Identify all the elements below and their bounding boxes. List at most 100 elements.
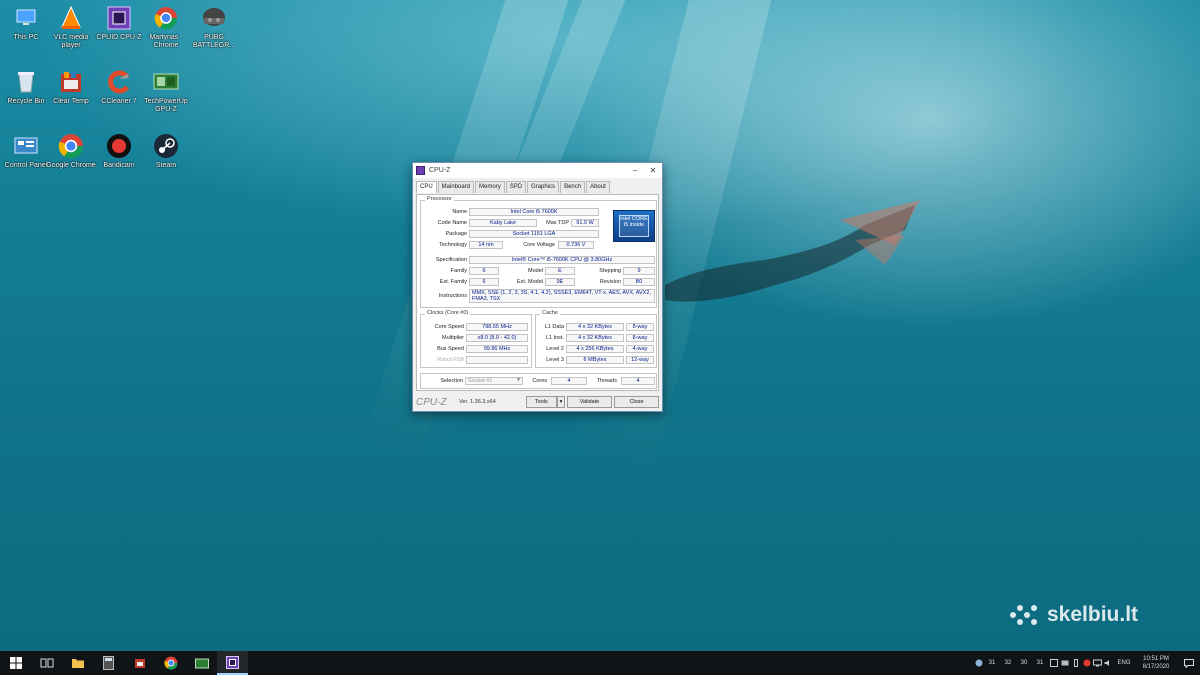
pubg-icon (199, 4, 229, 32)
desktop-icon-vlc[interactable]: VLC media player (45, 4, 97, 50)
desktop-icon-chrome[interactable]: Google Chrome (45, 132, 97, 170)
name-value: Intel Core i5 7600K (469, 208, 599, 216)
clock-date: 8/17/2020 (1142, 664, 1170, 670)
gpuz-small-icon (194, 658, 209, 668)
stepping-value: 9 (623, 267, 655, 275)
desktop-icon-steam[interactable]: Steam (140, 132, 192, 170)
validate-button[interactable]: Validate (566, 396, 612, 408)
revision-value: B0 (623, 278, 655, 286)
recycle-bin-icon (11, 68, 41, 96)
selection-row: Selection Socket #1 ▼ Cores 4 Threads 4 (420, 373, 657, 389)
l1inst-label: L1 Inst. (545, 335, 564, 341)
tab-graphics[interactable]: Graphics (527, 181, 560, 193)
minimize-icon[interactable]: – (626, 166, 644, 175)
selection-label: Selection (440, 378, 463, 384)
close-icon[interactable]: ✕ (644, 166, 662, 175)
bandicam-tray-icon[interactable] (1081, 651, 1092, 675)
chevron-down-icon: ▼ (516, 377, 521, 383)
steam-icon (151, 132, 181, 160)
family-label: Family (450, 268, 467, 274)
taskbar-file-explorer[interactable] (62, 651, 93, 675)
temp-readout-2: 32 (1004, 660, 1012, 666)
steam-tray-icon[interactable] (973, 651, 984, 675)
l1inst-way: 8-way (626, 334, 654, 342)
selection-dropdown[interactable]: Socket #1 (465, 377, 523, 385)
maxtdp-label: Max TDP (546, 220, 569, 226)
threads-label: Threads (596, 378, 617, 384)
watermark-text: skelbiu.lt (1047, 603, 1139, 626)
model-label: Model (528, 268, 543, 274)
cores-label: Cores (532, 378, 547, 384)
taskbar-calculator[interactable] (93, 651, 124, 675)
tab-memory[interactable]: Memory (475, 181, 505, 193)
desktop-icon-ccleaner[interactable]: CCleaner 7 (93, 68, 145, 106)
window-title: CPU-Z (429, 167, 451, 174)
processor-group: Processor Name Intel Core i5 7600K Code … (420, 196, 657, 308)
tray-app-icon[interactable] (1048, 651, 1059, 675)
skelbiu-watermark: skelbiu.lt (1007, 600, 1177, 630)
task-view-button[interactable] (31, 651, 62, 675)
name-label: Name (452, 209, 467, 215)
tray-app-icon[interactable] (1059, 651, 1070, 675)
busspeed-label: Bus Speed (437, 346, 464, 352)
cpuz-app-icon (416, 166, 425, 175)
desktop-icon-pubg[interactable]: PUBG BATTLEGR... (188, 4, 240, 50)
clock-time: 10:51 PM (1143, 656, 1169, 662)
l3-way: 12-way (626, 356, 654, 364)
tab-bench[interactable]: Bench (560, 181, 586, 193)
desktop-icon-chrome-profile[interactable]: Martynas - Chrome (140, 4, 192, 50)
action-center-button[interactable] (1178, 651, 1200, 675)
desktop-icon-cpuz[interactable]: CPUID CPU-Z (93, 4, 145, 42)
temp-readout-1: 31 (988, 660, 996, 666)
corespeed-label: Core Speed (434, 324, 464, 330)
desktop-icon-bandicam[interactable]: Bandicam (93, 132, 145, 170)
technology-label: Technology (439, 242, 467, 248)
l2-label: Level 2 (546, 346, 564, 352)
chrome-profile-icon (151, 4, 181, 32)
package-value: Socket 1151 LGA (469, 230, 599, 238)
cpuz-window[interactable]: CPU-Z – ✕ CPU Mainboard Memory SPD Graph… (412, 162, 663, 412)
intel-logo-badge: intel CORE i5 inside (619, 215, 649, 237)
maxtdp-value: 91.0 W (571, 219, 599, 227)
multiplier-value: x8.0 (8.0 - 42.0) (466, 334, 528, 342)
volume-icon[interactable] (1103, 651, 1114, 675)
tools-dropdown-icon[interactable]: ▾ (557, 396, 565, 408)
cores-value: 4 (551, 377, 587, 385)
taskbar-clock[interactable]: 10:51 PM 8/17/2020 (1134, 655, 1178, 671)
usb-icon[interactable] (1070, 651, 1081, 675)
taskbar-clear-temp[interactable] (124, 651, 155, 675)
specification-label: Specification (435, 257, 467, 263)
stepping-label: Stepping (599, 268, 621, 274)
processor-group-title: Processor (425, 196, 454, 202)
clocks-group-title: Clocks (Core #0) (425, 310, 471, 316)
start-button[interactable] (0, 651, 31, 675)
corevoltage-label: Core Voltage (523, 242, 555, 248)
input-language[interactable]: ENG (1114, 651, 1134, 675)
extfamily-label: Ext. Family (439, 279, 467, 285)
cpuz-titlebar[interactable]: CPU-Z – ✕ (413, 163, 662, 178)
tools-button[interactable]: Tools (525, 396, 558, 408)
multiplier-label: Multiplier (441, 335, 464, 341)
network-icon[interactable] (1092, 651, 1103, 675)
calculator-icon (103, 656, 114, 670)
taskbar-cpuz[interactable] (217, 651, 248, 675)
desktop-icon-clear-temp[interactable]: Clear Temp (45, 68, 97, 106)
version-text: Ver. 1.36.3.x64 (459, 399, 496, 405)
tab-spd[interactable]: SPD (505, 181, 527, 193)
system-tray: 31 32 30 31 ENG 10:51 PM 8/17/2020 (973, 651, 1200, 675)
taskbar-gpuz[interactable] (186, 651, 217, 675)
notification-icon (1184, 658, 1194, 668)
tab-mainboard[interactable]: Mainboard (437, 181, 475, 193)
tab-cpu[interactable]: CPU (416, 181, 437, 193)
tab-bar: CPU Mainboard Memory SPD Graphics Bench … (413, 178, 662, 193)
desktop-icon-gpuz[interactable]: TechPowerUp GPU-Z (140, 68, 192, 114)
extmodel-value: 9E (545, 278, 575, 286)
gpuz-icon (151, 68, 181, 96)
close-button[interactable]: Close (613, 396, 660, 408)
taskbar-chrome[interactable] (155, 651, 186, 675)
cpu-tab-panel: Processor Name Intel Core i5 7600K Code … (416, 194, 659, 391)
package-label: Package (445, 231, 467, 237)
l3-value: 6 MBytes (566, 356, 624, 364)
tab-about[interactable]: About (586, 181, 610, 193)
ratedfsb-label: Rated FSB (437, 357, 464, 363)
